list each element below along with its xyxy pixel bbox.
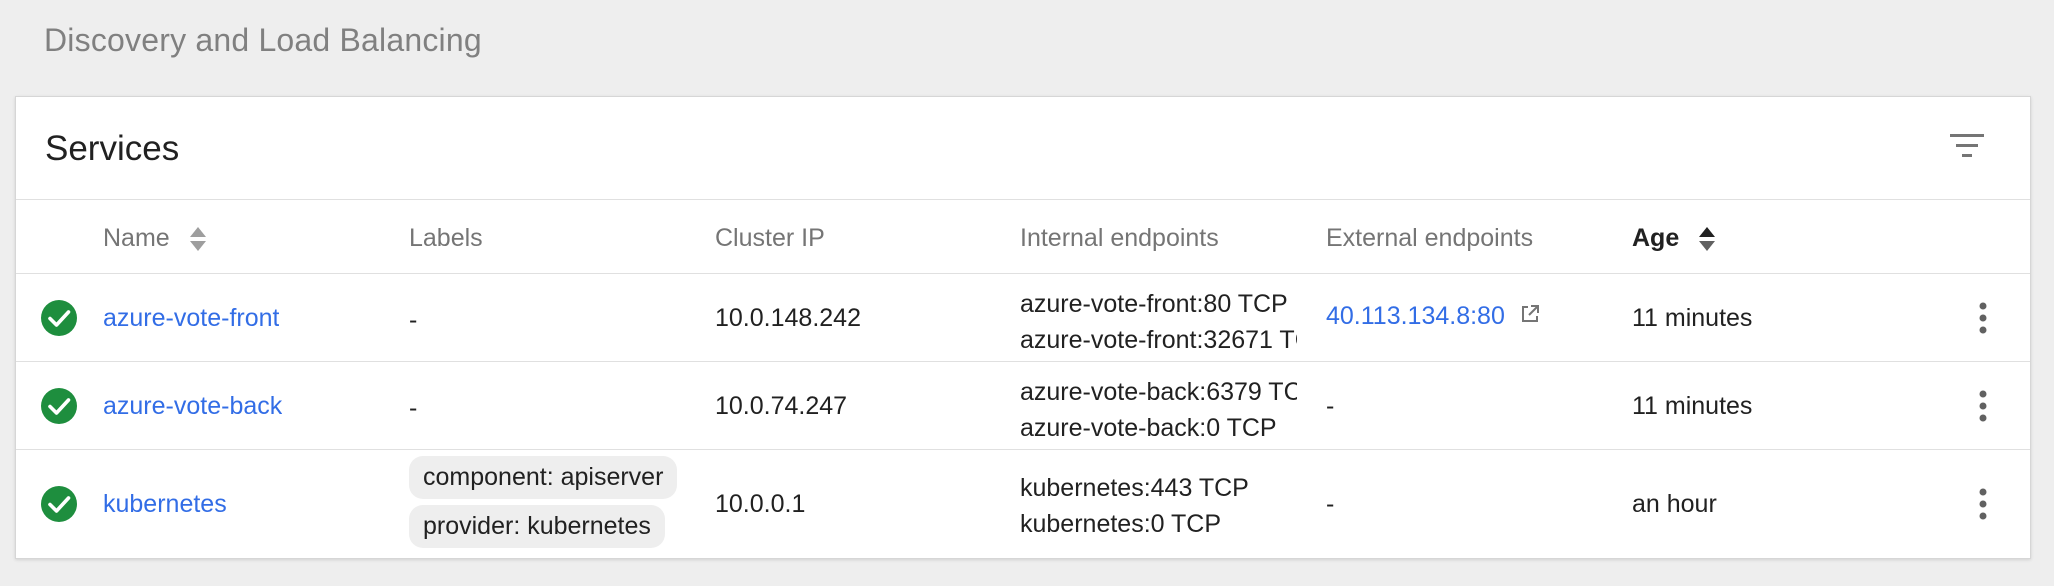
column-header-name[interactable]: Name <box>103 224 207 253</box>
internal-endpoint: azure-vote-front:80 TCP <box>1020 290 1288 318</box>
labels-value: - <box>409 306 418 334</box>
label-chip: component: apiserver <box>409 456 678 499</box>
internal-endpoint: azure-vote-back:6379 TCP <box>1020 378 1297 406</box>
table-row: azure-vote-back - 10.0.74.247 azure-vote… <box>16 362 2030 450</box>
age-value: 11 minutes <box>1632 304 1753 332</box>
check-circle-icon <box>41 388 77 424</box>
table-header: Name Labels Cluster IP Internal endpoint… <box>16 200 2030 274</box>
labels-value: - <box>409 394 418 422</box>
more-vert-icon[interactable] <box>1971 300 1995 336</box>
internal-endpoints: kubernetes:443 TCP kubernetes:0 TCP <box>1020 470 1297 542</box>
service-name-link[interactable]: kubernetes <box>103 490 227 519</box>
label-chips: component: apiserver provider: kubernete… <box>409 456 678 548</box>
age-value: 11 minutes <box>1632 392 1753 420</box>
table-row: azure-vote-front - 10.0.148.242 azure-vo… <box>16 274 2030 362</box>
column-header-age-label: Age <box>1632 224 1680 252</box>
services-card: Services Name Labels Cluster IP Internal… <box>15 96 2031 559</box>
internal-endpoint: kubernetes:0 TCP <box>1020 510 1222 538</box>
page-section-title: Discovery and Load Balancing <box>44 22 482 58</box>
column-header-name-label: Name <box>103 224 170 252</box>
column-header-labels: Labels <box>409 224 483 252</box>
sort-icon[interactable] <box>189 225 207 253</box>
more-vert-icon[interactable] <box>1971 486 1995 522</box>
column-header-internal-endpoints: Internal endpoints <box>1020 224 1219 252</box>
open-in-new-icon[interactable] <box>1520 304 1540 324</box>
cluster-ip-value: 10.0.148.242 <box>715 304 861 332</box>
filter-list-icon[interactable] <box>1948 131 1986 161</box>
internal-endpoint: kubernetes:443 TCP <box>1020 474 1249 502</box>
check-circle-icon <box>41 300 77 336</box>
card-title: Services <box>45 129 180 168</box>
card-header: Services <box>16 97 2030 200</box>
column-header-cluster-ip: Cluster IP <box>715 224 825 252</box>
sort-active-icon[interactable] <box>1698 225 1716 253</box>
label-chip: provider: kubernetes <box>409 505 665 548</box>
service-name-link[interactable]: azure-vote-front <box>103 304 279 333</box>
internal-endpoint: azure-vote-front:32671 TCP <box>1020 326 1297 354</box>
external-endpoint-link[interactable]: 40.113.134.8:80 <box>1326 302 1505 330</box>
table-row: kubernetes component: apiserver provider… <box>16 450 2030 558</box>
external-endpoint-value: - <box>1326 490 1335 518</box>
service-name-link[interactable]: azure-vote-back <box>103 392 282 421</box>
column-header-external-endpoints: External endpoints <box>1326 224 1534 252</box>
external-endpoint: 40.113.134.8:80 <box>1326 302 1540 331</box>
column-header-age[interactable]: Age <box>1632 224 1716 253</box>
external-endpoint-value: - <box>1326 392 1335 420</box>
cluster-ip-value: 10.0.74.247 <box>715 392 848 420</box>
check-circle-icon <box>41 486 77 522</box>
internal-endpoints: azure-vote-front:80 TCP azure-vote-front… <box>1020 286 1297 358</box>
age-value: an hour <box>1632 490 1717 518</box>
more-vert-icon[interactable] <box>1971 388 1995 424</box>
internal-endpoint: azure-vote-back:0 TCP <box>1020 414 1277 442</box>
internal-endpoints: azure-vote-back:6379 TCP azure-vote-back… <box>1020 374 1297 446</box>
cluster-ip-value: 10.0.0.1 <box>715 490 806 518</box>
